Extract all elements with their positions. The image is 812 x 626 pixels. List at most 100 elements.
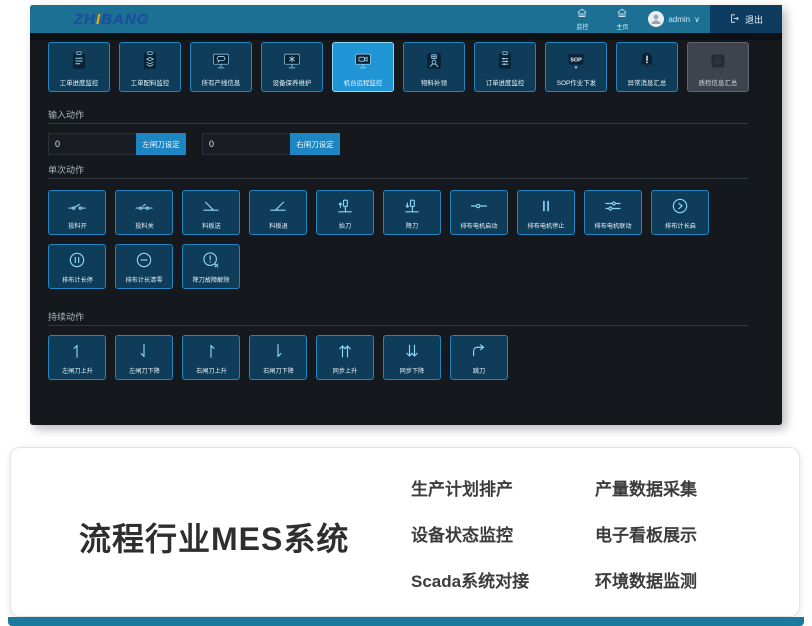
action-tile-feed-close[interactable]: 投料关 — [115, 190, 173, 235]
action-label: 抬刀 — [339, 222, 351, 231]
double-arrow-down-icon — [402, 336, 422, 366]
feature-column-1: 生产计划排产设备状态监控Scada系统对接 — [411, 475, 551, 592]
action-label: 排布电机联动 — [595, 222, 632, 231]
user-menu[interactable]: admin ∨ — [648, 11, 700, 27]
knife-down-icon — [402, 191, 422, 221]
action-tile-plate-forward[interactable]: 料板送 — [182, 190, 240, 235]
action-tile-knife-lower[interactable]: 降刀 — [383, 190, 441, 235]
module-tile-order-progress[interactable]: 订单进度监控 — [474, 42, 536, 92]
feature-list: 生产计划排产设备状态监控Scada系统对接产量数据采集电子看板展示环境数据监测 — [411, 475, 735, 592]
module-label: 质检信息汇总 — [699, 78, 738, 87]
box-icon — [707, 43, 729, 78]
nav-item-label: 监控 — [576, 22, 588, 31]
module-grid: 工单进度监控工单配料监控所有产线信息设备保养维护 机台远程监控 物料补领 订单进度监控… — [48, 42, 749, 92]
monitor-camera-icon — [352, 43, 374, 78]
nav-item-label: 主页 — [616, 22, 628, 31]
switch-closed-icon — [134, 191, 154, 221]
module-label: 物料补领 — [421, 78, 447, 87]
action-tile-left-gate-down[interactable]: 左闸刀下降 — [115, 335, 173, 380]
angle-forward-icon — [201, 191, 221, 221]
clipboard-layers-icon — [139, 43, 161, 78]
action-tile-feed-open[interactable]: 投料开 — [48, 190, 106, 235]
circle-play-icon — [670, 191, 690, 221]
module-tile-line-info[interactable]: 所有产线信息 — [190, 42, 252, 92]
clipboard-check-icon — [68, 43, 90, 78]
logout-button[interactable]: 退出 — [710, 5, 782, 33]
section-title-input: 输入动作 — [48, 108, 84, 121]
module-tile-abnormal-summary[interactable]: 异常消息汇总 — [616, 42, 678, 92]
knife-up-icon — [335, 191, 355, 221]
arrow-down-right-icon — [268, 336, 288, 366]
action-label: 跳刀 — [473, 367, 485, 376]
bottom-teal-strip — [8, 617, 804, 626]
right-gate-setting-group: 右闸刀设定 — [202, 133, 340, 155]
feature-column-2: 产量数据采集电子看板展示环境数据监测 — [595, 475, 735, 592]
clipboard-sliders-icon — [494, 43, 516, 78]
action-tile-left-gate-up[interactable]: 左闸刀上升 — [48, 335, 106, 380]
module-tile-material-replenish[interactable]: 物料补领 — [403, 42, 465, 92]
single-action-grid: 投料开 投料关料板送料板退抬刀 降刀排布电机启动 排布电机停止 排布电机联动 排布计长启排… — [48, 190, 728, 289]
action-tile-plate-back[interactable]: 料板退 — [249, 190, 307, 235]
module-label: 订单进度监控 — [486, 78, 525, 87]
left-gate-set-button[interactable]: 左闸刀设定 — [136, 133, 186, 155]
action-tile-knife-fault-clear[interactable]: 降刀故障解除 — [182, 244, 240, 289]
top-nav: 监控 主页 admin ∨ 退出 — [562, 5, 782, 33]
module-tile-work-order-batching[interactable]: 工单配料监控 — [119, 42, 181, 92]
feature-item: 电子看板展示 — [595, 521, 735, 546]
action-tile-counter-reset[interactable]: 排布计长清零 — [115, 244, 173, 289]
section-divider — [48, 325, 748, 326]
monitor-chat-icon — [210, 43, 232, 78]
mes-card-title: 流程行业MES系统 — [79, 514, 349, 560]
action-label: 左闸刀下降 — [129, 367, 160, 376]
feature-item: 设备状态监控 — [411, 521, 551, 546]
action-tile-motor-link[interactable]: 排布电机联动 — [584, 190, 642, 235]
nav-item-home[interactable]: 主页 — [602, 7, 642, 31]
action-tile-counter-start[interactable]: 排布计长启 — [651, 190, 709, 235]
mes-info-card: 流程行业MES系统 生产计划排产设备状态监控Scada系统对接产量数据采集电子看… — [10, 447, 800, 617]
nav-item-monitor[interactable]: 监控 — [562, 7, 602, 31]
alert-clear-icon — [201, 245, 221, 275]
action-tile-right-gate-down[interactable]: 右闸刀下降 — [249, 335, 307, 380]
module-tile-quality-summary: 质检信息汇总 — [687, 42, 749, 92]
home-monitor-icon — [576, 7, 588, 21]
module-tile-work-order-progress[interactable]: 工单进度监控 — [48, 42, 110, 92]
action-label: 排布电机停止 — [528, 222, 565, 231]
feature-item: 环境数据监测 — [595, 567, 735, 592]
action-tile-counter-stop[interactable]: 排布计长停 — [48, 244, 106, 289]
left-gate-value-input[interactable] — [48, 133, 136, 155]
svg-text:SOP: SOP — [570, 57, 582, 63]
action-label: 排布计长清零 — [126, 276, 163, 285]
person-parcel-icon — [423, 43, 445, 78]
action-label: 投料开 — [68, 222, 86, 231]
action-tile-sync-down[interactable]: 同步下降 — [383, 335, 441, 380]
module-label: 设备保养维护 — [273, 78, 312, 87]
feature-item: 生产计划排产 — [411, 475, 551, 500]
action-label: 左闸刀上升 — [62, 367, 93, 376]
action-tile-knife-raise[interactable]: 抬刀 — [316, 190, 374, 235]
module-tile-sop-dispatch[interactable]: SOPSOP作业下发 — [545, 42, 607, 92]
circle-minus-icon — [134, 245, 154, 275]
arrow-up-left-icon — [67, 336, 87, 366]
right-gate-value-input[interactable] — [202, 133, 290, 155]
angle-back-icon — [268, 191, 288, 221]
logout-icon — [729, 13, 740, 26]
module-tile-machine-remote-monitor[interactable]: 机台远程监控 — [332, 42, 394, 92]
action-label: 排布电机启动 — [461, 222, 498, 231]
sop-badge-icon: SOP — [565, 43, 587, 78]
section-title-continuous: 持续动作 — [48, 310, 84, 323]
action-tile-jump-knife[interactable]: 跳刀 — [450, 335, 508, 380]
right-gate-set-button[interactable]: 右闸刀设定 — [290, 133, 340, 155]
user-name: admin — [668, 15, 690, 24]
pause-icon — [536, 191, 556, 221]
action-tile-right-gate-up[interactable]: 右闸刀上升 — [182, 335, 240, 380]
arrow-up-right-icon — [201, 336, 221, 366]
topbar-shadow-strip — [30, 33, 782, 40]
action-tile-motor-start[interactable]: 排布电机启动 — [450, 190, 508, 235]
action-tile-motor-stop[interactable]: 排布电机停止 — [517, 190, 575, 235]
action-tile-sync-up[interactable]: 同步上升 — [316, 335, 374, 380]
zhibang-logo: ZHIBANG — [74, 11, 149, 28]
module-tile-equipment-maintenance[interactable]: 设备保养维护 — [261, 42, 323, 92]
switch-open-icon — [67, 191, 87, 221]
action-label: 同步下降 — [400, 367, 425, 376]
module-label: 机台远程监控 — [344, 78, 383, 87]
